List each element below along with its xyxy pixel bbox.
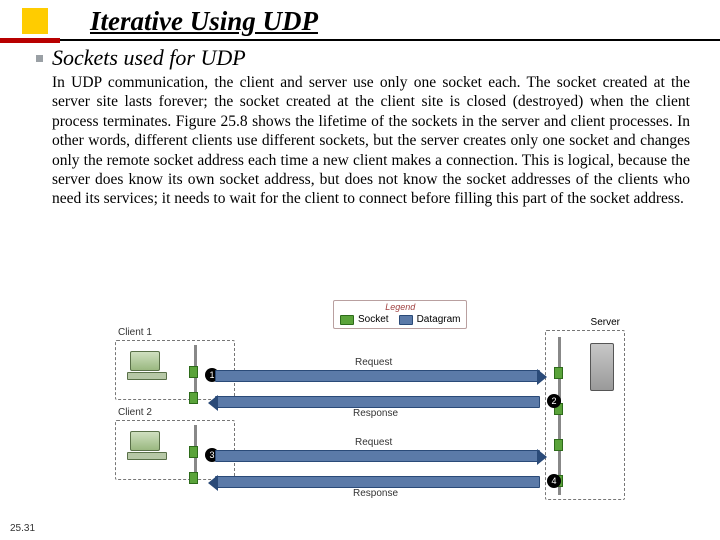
legend: Legend Socket Datagram [333,300,467,329]
response-1-lane [215,396,540,408]
request-2-lane [215,450,540,462]
step-badge-2: 2 [547,394,561,408]
server-label: Server [591,317,620,328]
legend-socket-label: Socket [358,314,389,325]
legend-title: Legend [340,302,460,312]
slide-title: Iterative Using UDP [90,6,720,37]
client1-label: Client 1 [118,327,152,338]
legend-datagram-label: Datagram [417,314,461,325]
title-bar: Iterative Using UDP [0,0,720,39]
title-accent-square [22,8,48,34]
server-socket-icon [554,367,563,379]
udp-socket-diagram: Legend Socket Datagram Client 1 Client 2… [115,300,625,510]
laptop-icon [130,351,160,371]
client2-label: Client 2 [118,407,152,418]
request-2-label: Request [355,437,392,448]
laptop-icon [130,431,160,451]
client2-socket-icon [189,472,198,484]
slide-number: 25.31 [10,523,35,534]
response-1-label: Response [353,408,398,419]
client2-socket-icon [189,446,198,458]
bullet-icon [36,55,43,62]
server-icon [590,343,614,391]
server-socket-icon [554,439,563,451]
step-badge-4: 4 [547,474,561,488]
slide-subtitle: Sockets used for UDP [52,45,720,71]
client1-socket-icon [189,366,198,378]
request-1-lane [215,370,540,382]
server-timeline [558,337,561,495]
client1-socket-icon [189,392,198,404]
response-2-label: Response [353,488,398,499]
request-1-label: Request [355,357,392,368]
subtitle-row: Sockets used for UDP [0,41,720,71]
body-paragraph: In UDP communication, the client and ser… [0,71,720,209]
legend-datagram-icon [399,315,413,325]
legend-socket-icon [340,315,354,325]
response-2-lane [215,476,540,488]
